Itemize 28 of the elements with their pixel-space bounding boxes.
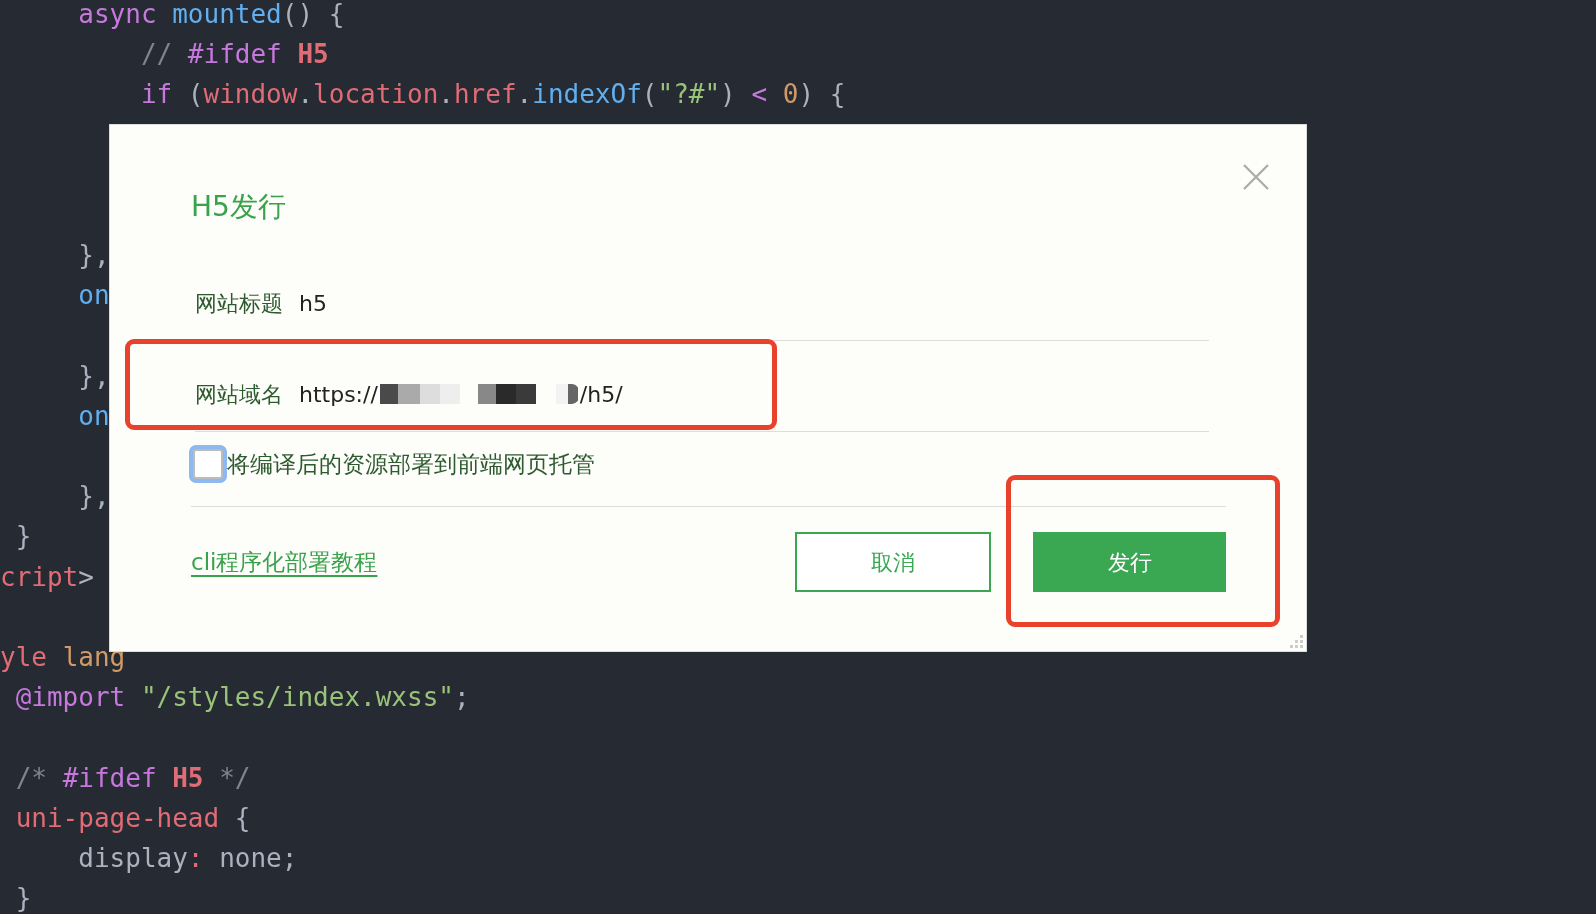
code-line: async mounted() { bbox=[77, 0, 345, 31]
publish-button[interactable]: 发行 bbox=[1033, 532, 1226, 592]
close-button[interactable] bbox=[1242, 163, 1270, 191]
code-line: cript> bbox=[0, 560, 94, 594]
code-line: // #ifdef H5 bbox=[139, 38, 329, 72]
field-value: h5 bbox=[299, 289, 327, 318]
checkbox-label: 将编译后的资源部署到前端网页托管 bbox=[227, 449, 595, 479]
code-line: /* #ifdef H5 */ bbox=[14, 761, 251, 795]
code-line: }, bbox=[77, 480, 110, 514]
tutorial-link[interactable]: cli程序化部署教程 bbox=[191, 544, 378, 580]
field-label: 网站域名 bbox=[195, 380, 283, 409]
code-line: } bbox=[14, 520, 32, 554]
code-line: display: none; bbox=[77, 841, 298, 875]
field-label: 网站标题 bbox=[195, 289, 283, 318]
code-line: if (window.location.href.indexOf("?#") < 0) { bbox=[139, 78, 846, 112]
code-line: @import "/styles/index.wxss"; bbox=[14, 681, 470, 715]
dialog-title: H5发行 bbox=[191, 189, 286, 225]
resize-grip-icon[interactable] bbox=[1290, 635, 1304, 649]
field-value: https:// bbox=[299, 380, 378, 409]
code-line: on bbox=[77, 399, 110, 433]
code-line: yle lang bbox=[0, 641, 126, 674]
code-line: } bbox=[14, 882, 32, 914]
code-line: on bbox=[77, 279, 110, 313]
code-line: }, bbox=[77, 359, 110, 393]
code-line: uni-page-head { bbox=[14, 801, 251, 835]
code-line: }, bbox=[77, 239, 110, 273]
field-value: /h5/ bbox=[579, 380, 623, 409]
cancel-button[interactable]: 取消 bbox=[795, 532, 991, 592]
